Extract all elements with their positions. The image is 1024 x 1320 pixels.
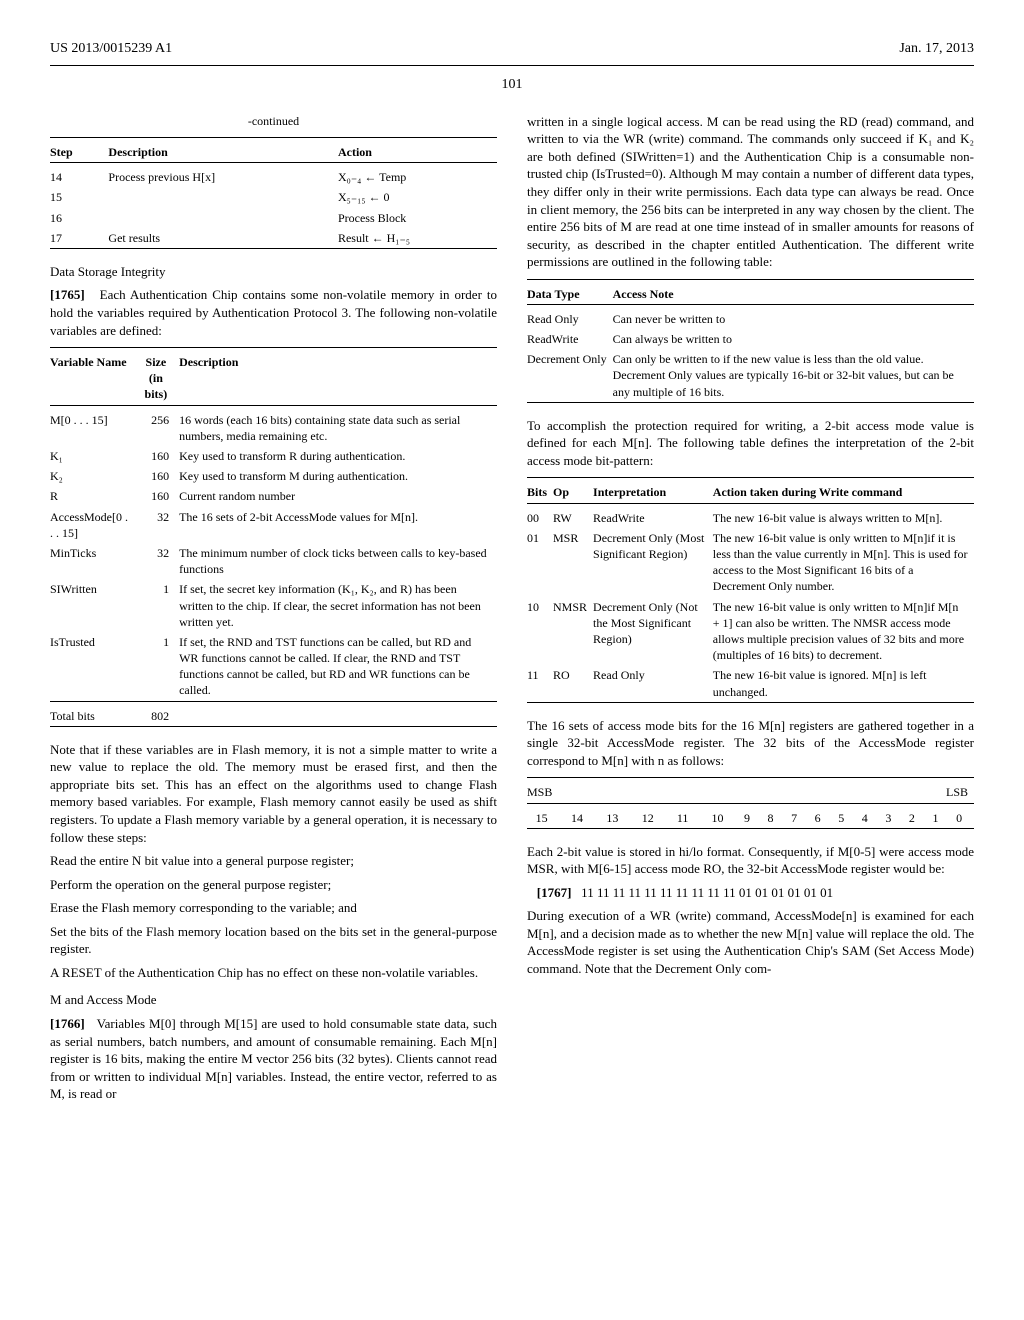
right-column: written in a single logical access. M ca… — [527, 113, 974, 1109]
table-row: K₂160Key used to transform M during auth… — [50, 466, 497, 486]
p-continued: written in a single logical access. M ca… — [527, 113, 974, 271]
table-row: ReadWriteCan always be written to — [527, 329, 974, 349]
table-row: K₁160Key used to transform R during auth… — [50, 446, 497, 466]
table-row: M[0 . . . 15]25616 words (each 16 bits) … — [50, 410, 497, 446]
table-continued: Step Description Action 14 Process previ… — [50, 137, 497, 253]
table-row: 01MSRDecrement Only (Most Significant Re… — [527, 528, 974, 597]
col-varname: Variable Name — [50, 352, 139, 405]
para-num-1766: [1766] — [50, 1016, 85, 1031]
para-1765: [1765] Each Authentication Chip contains… — [50, 286, 497, 339]
col-interp: Interpretation — [593, 482, 713, 503]
col-action: Action — [338, 142, 497, 163]
para-1767: [1767] 11 11 11 11 11 11 11 11 11 11 01 … — [527, 884, 974, 902]
table-row: MinTicks32The minimum number of clock ti… — [50, 543, 497, 579]
table-row: 11RORead OnlyThe new 16-bit value is ign… — [527, 665, 974, 702]
table-row: R160Current random number — [50, 486, 497, 506]
p-exec: During execution of a WR (write) command… — [527, 907, 974, 977]
table-row: 10NMSRDecrement Only (Not the Most Signi… — [527, 597, 974, 666]
col-accessnote: Access Note — [613, 284, 974, 305]
flash-step-c: Erase the Flash memory corresponding to … — [50, 899, 497, 917]
col-vardesc: Description — [179, 352, 497, 405]
table-continued-caption: -continued — [50, 113, 497, 129]
table-row: 14 Process previous H[x] X₀₋₄ ← Temp — [50, 167, 497, 187]
flash-note: Note that if these variables are in Flas… — [50, 741, 497, 846]
table-row: AccessMode[0 . . . 15]32The 16 sets of 2… — [50, 507, 497, 543]
variables-table: Variable Name Size (in bits) Description… — [50, 347, 497, 731]
header-rule — [50, 65, 974, 66]
para-1766: [1766] Variables M[0] through M[15] are … — [50, 1015, 497, 1103]
table-row: Read OnlyCan never be written to — [527, 309, 974, 329]
p-2bit: To accomplish the protection required fo… — [527, 417, 974, 470]
p-hilo: Each 2-bit value is stored in hi/lo form… — [527, 843, 974, 878]
page-number: 101 — [50, 76, 974, 95]
heading-m-access: M and Access Mode — [50, 991, 497, 1009]
col-desc: Description — [108, 142, 338, 163]
left-column: -continued Step Description Action 14 Pr… — [50, 113, 497, 1109]
table-row: IsTrusted1If set, the RND and TST functi… — [50, 632, 497, 701]
heading-data-storage: Data Storage Integrity — [50, 263, 497, 281]
para-num-1767: [1767] — [537, 885, 572, 900]
para-num-1765: [1765] — [50, 287, 85, 302]
table-row: 17 Get results Result ← H₁₋₅ — [50, 228, 497, 249]
col-write-action: Action taken during Write command — [713, 482, 974, 503]
msb-lsb-table: MSB LSB 15 14 13 12 11 10 9 8 7 6 5 4 3 … — [527, 777, 974, 832]
flash-step-a: Read the entire N bit value into a gener… — [50, 852, 497, 870]
flash-step-b: Perform the operation on the general pur… — [50, 876, 497, 894]
permissions-table: Data Type Access Note Read OnlyCan never… — [527, 279, 974, 407]
p-16sets: The 16 sets of access mode bits for the … — [527, 717, 974, 770]
table-row: Decrement OnlyCan only be written to if … — [527, 349, 974, 402]
msb-lsb-values: 15 14 13 12 11 10 9 8 7 6 5 4 3 2 1 0 — [527, 808, 974, 829]
col-size: Size (in bits) — [139, 352, 179, 405]
header-left: US 2013/0015239 A1 — [50, 40, 172, 59]
bits-table: Bits Op Interpretation Action taken duri… — [527, 477, 974, 706]
table-row: 16 Process Block — [50, 208, 497, 228]
col-datatype: Data Type — [527, 284, 613, 305]
msb-label: MSB — [527, 782, 785, 803]
col-bits: Bits — [527, 482, 553, 503]
col-step: Step — [50, 142, 108, 163]
table-row: 00RWReadWriteThe new 16-bit value is alw… — [527, 508, 974, 528]
reset-note: A RESET of the Authentication Chip has n… — [50, 964, 497, 982]
header-right: Jan. 17, 2013 — [899, 40, 974, 59]
flash-step-d: Set the bits of the Flash memory locatio… — [50, 923, 497, 958]
table-total-row: Total bits 802 — [50, 706, 497, 727]
table-row: SIWritten1If set, the secret key informa… — [50, 579, 497, 632]
lsb-label: LSB — [785, 782, 974, 803]
table-row: 15 X₅₋₁₅ ← 0 — [50, 187, 497, 207]
col-op: Op — [553, 482, 593, 503]
